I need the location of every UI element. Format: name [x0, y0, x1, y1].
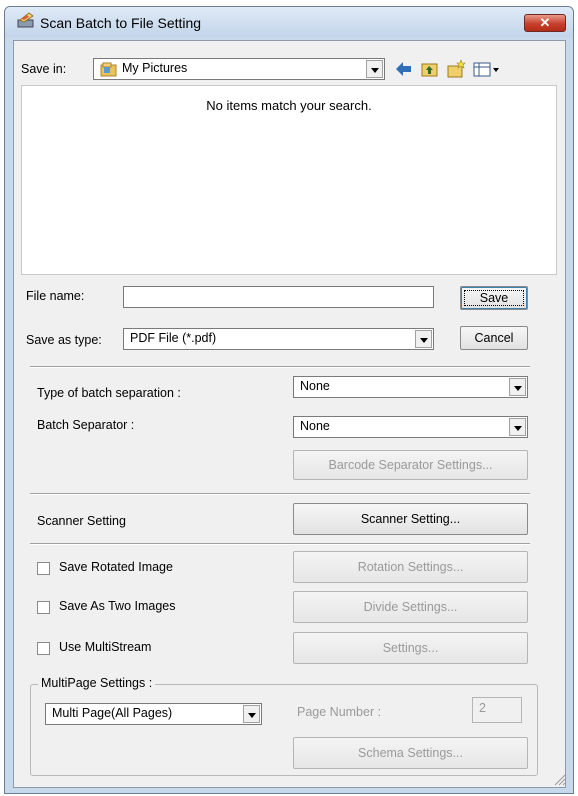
folder-icon	[100, 62, 117, 77]
scanner-app-icon	[17, 12, 34, 28]
focus-ring	[464, 290, 524, 306]
batch-separator-label: Batch Separator :	[37, 418, 135, 432]
window-title: Scan Batch to File Setting	[40, 15, 202, 31]
new-folder-icon[interactable]	[446, 59, 466, 79]
use-multistream-checkbox[interactable]	[37, 642, 50, 655]
divide-settings-button[interactable]: Divide Settings...	[293, 591, 528, 623]
save-in-label: Save in:	[21, 62, 67, 76]
close-icon: ✕	[539, 15, 551, 30]
batch-separator-value: None	[300, 419, 330, 433]
schema-settings-button[interactable]: Schema Settings...	[293, 737, 528, 769]
file-list[interactable]: No items match your search.	[21, 85, 557, 275]
multipage-mode-combo[interactable]: Multi Page(All Pages)	[45, 703, 262, 725]
file-name-label: File name:	[26, 289, 85, 303]
view-menu-icon[interactable]	[472, 59, 502, 79]
empty-message: No items match your search.	[206, 98, 372, 113]
batch-type-combo[interactable]: None	[293, 376, 528, 398]
file-name-input[interactable]	[123, 286, 434, 308]
page-number-label: Page Number :	[297, 705, 382, 719]
settings-button[interactable]: Settings...	[293, 632, 528, 664]
back-arrow-icon[interactable]	[394, 59, 414, 79]
chevron-down-icon[interactable]	[366, 60, 383, 78]
chevron-down-icon[interactable]	[415, 330, 432, 348]
scanner-setting-label: Scanner Setting	[37, 514, 126, 528]
save-in-value: My Pictures	[122, 61, 188, 75]
use-multistream-label: Use MultiStream	[59, 640, 152, 654]
divider	[30, 543, 530, 545]
scanner-setting-button[interactable]: Scanner Setting...	[293, 503, 528, 535]
rotation-settings-button[interactable]: Rotation Settings...	[293, 551, 528, 583]
save-rotated-checkbox[interactable]	[37, 562, 50, 575]
divider	[30, 493, 530, 495]
chevron-down-icon[interactable]	[509, 418, 526, 436]
chevron-down-icon[interactable]	[509, 378, 526, 396]
divider	[30, 366, 530, 368]
save-two-images-label: Save As Two Images	[59, 599, 176, 613]
cancel-button[interactable]: Cancel	[460, 326, 528, 350]
save-button[interactable]: Save	[460, 286, 528, 310]
up-folder-icon[interactable]	[420, 59, 440, 79]
batch-separator-combo[interactable]: None	[293, 416, 528, 438]
save-rotated-label: Save Rotated Image	[59, 560, 173, 574]
page-number-input[interactable]: 2	[472, 697, 522, 723]
chevron-down-icon[interactable]	[243, 705, 260, 723]
barcode-separator-settings-button[interactable]: Barcode Separator Settings...	[293, 450, 528, 480]
save-two-images-checkbox[interactable]	[37, 601, 50, 614]
close-button[interactable]: ✕	[524, 14, 566, 32]
multipage-group-label: MultiPage Settings :	[38, 676, 156, 690]
resize-grip-icon[interactable]	[552, 772, 566, 786]
save-as-type-label: Save as type:	[26, 333, 102, 347]
batch-type-label: Type of batch separation :	[37, 386, 181, 400]
save-in-combo[interactable]: My Pictures	[93, 58, 385, 80]
batch-type-value: None	[300, 379, 330, 393]
multipage-mode-value: Multi Page(All Pages)	[52, 706, 173, 720]
save-as-type-combo[interactable]: PDF File (*.pdf)	[123, 328, 434, 350]
save-as-type-value: PDF File (*.pdf)	[130, 331, 217, 345]
